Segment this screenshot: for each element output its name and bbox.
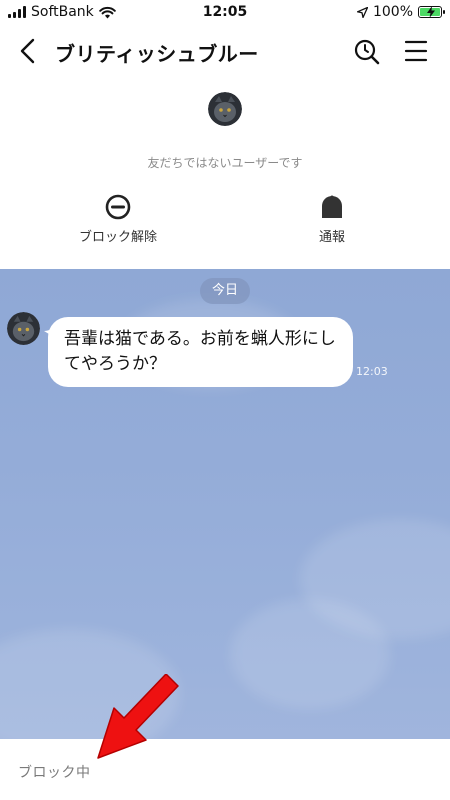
chat-header: ブリティッシュブルー bbox=[0, 26, 450, 76]
message-bubble[interactable]: 吾輩は猫である。お前を蝋人形にしてやろうか？ bbox=[48, 317, 353, 387]
status-bar: SoftBank 12:05 100% bbox=[0, 0, 450, 26]
sender-avatar[interactable] bbox=[7, 312, 40, 345]
unblock-button[interactable]: ブロック解除 bbox=[58, 194, 178, 245]
avatar[interactable] bbox=[208, 92, 242, 126]
status-right: 100% bbox=[356, 4, 445, 20]
chat-title: ブリティッシュブルー bbox=[55, 42, 259, 66]
report-icon bbox=[322, 195, 342, 218]
battery-percent: 100% bbox=[372, 4, 413, 20]
battery-icon bbox=[418, 6, 445, 18]
back-icon[interactable] bbox=[14, 36, 42, 66]
background-cloud bbox=[230, 599, 390, 709]
search-icon[interactable] bbox=[353, 38, 381, 66]
charging-bolt-icon bbox=[427, 6, 435, 18]
chat-area[interactable]: 今日 吾輩は猫である。お前を蝋人形にしてやろうか？ 12:03 bbox=[0, 269, 450, 739]
unblock-label: ブロック解除 bbox=[78, 230, 157, 245]
unblock-icon bbox=[105, 194, 131, 220]
red-arrow-annotation bbox=[97, 674, 179, 759]
blocked-status-bar: ブロック中 bbox=[0, 739, 450, 800]
date-separator: 今日 bbox=[200, 278, 250, 304]
profile-section: 友だちではないユーザーです ブロック解除 通報 bbox=[0, 76, 450, 269]
report-label: 通報 bbox=[318, 230, 345, 245]
blocked-label: ブロック中 bbox=[18, 765, 91, 781]
menu-icon[interactable] bbox=[404, 39, 428, 63]
not-friend-notice: 友だちではないユーザーです bbox=[147, 156, 303, 170]
message-time: 12:03 bbox=[356, 365, 388, 378]
location-arrow-icon bbox=[356, 6, 368, 18]
report-button[interactable]: 通報 bbox=[272, 194, 392, 245]
